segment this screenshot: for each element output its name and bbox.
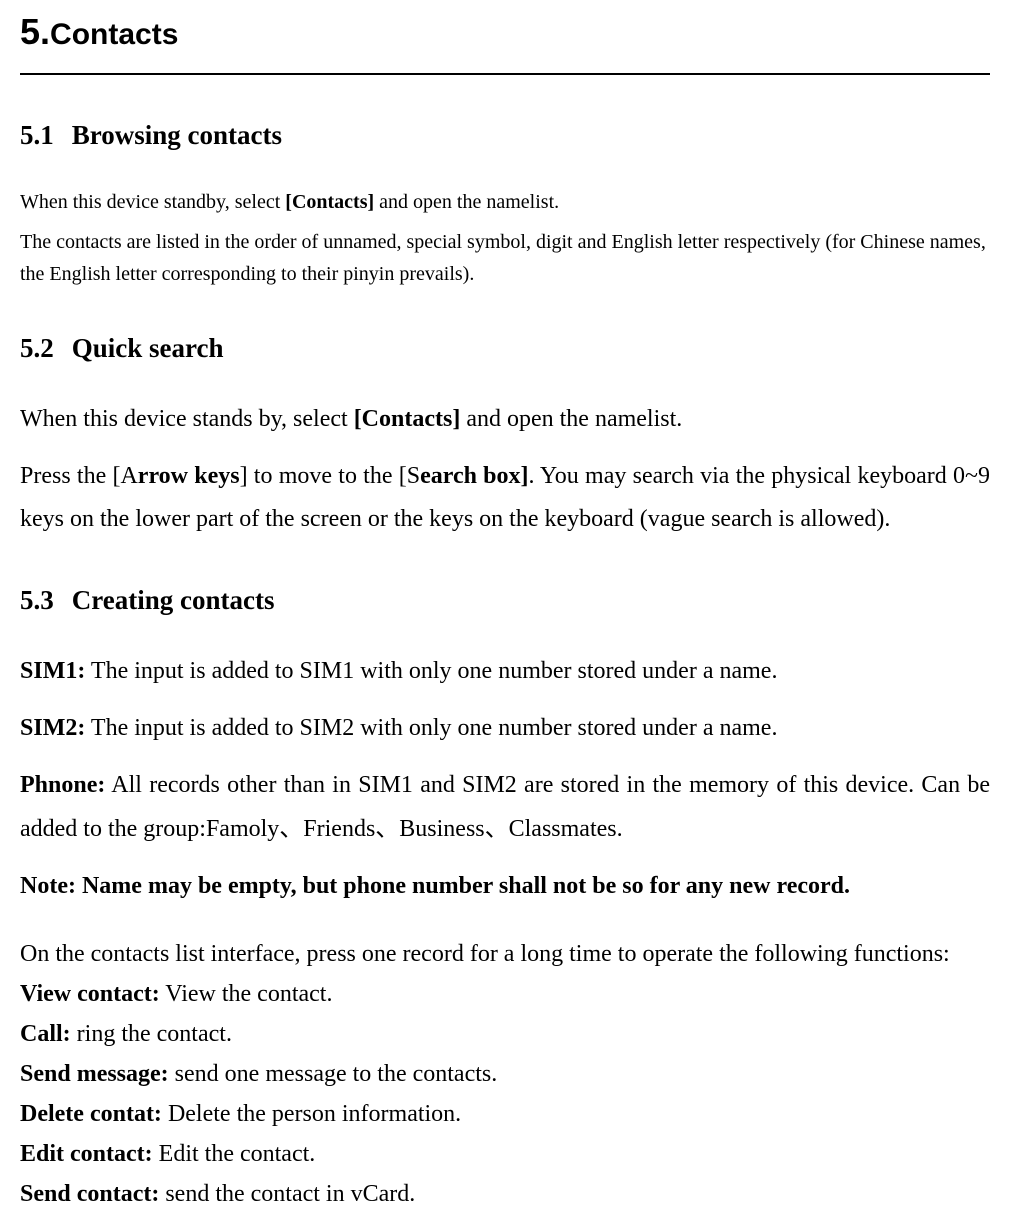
section-51-title: 5.1 Browsing contacts xyxy=(20,115,990,156)
chapter-title-text: Contacts xyxy=(50,18,178,51)
section-53-title-text: Creating contacts xyxy=(72,585,275,615)
delete-contact-line: Delete contat: Delete the person informa… xyxy=(20,1096,990,1132)
send-contact-line: Send contact: send the contact in vCard. xyxy=(20,1176,990,1212)
section-52-paragraph-1: When this device stands by, select [Cont… xyxy=(20,398,990,441)
sim2-line: SIM2: The input is added to SIM2 with on… xyxy=(20,707,990,750)
section-53-title: 5.3 Creating contacts xyxy=(20,580,990,621)
call-line: Call: ring the contact. xyxy=(20,1016,990,1052)
edit-contact-line: Edit contact: Edit the contact. xyxy=(20,1136,990,1172)
section-51-paragraph-1: When this device standby, select [Contac… xyxy=(20,186,990,218)
sim1-line: SIM1: The input is added to SIM1 with on… xyxy=(20,650,990,693)
section-52-title: 5.2 Quick search xyxy=(20,328,990,369)
section-52-title-text: Quick search xyxy=(72,333,224,363)
section-51-number: 5.1 xyxy=(20,120,54,150)
note-line: Note: Name may be empty, but phone numbe… xyxy=(20,865,990,908)
view-contact-line: View contact: View the contact. xyxy=(20,976,990,1012)
section-53-number: 5.3 xyxy=(20,585,54,615)
section-51-title-text: Browsing contacts xyxy=(72,120,282,150)
section-51-paragraph-2: The contacts are listed in the order of … xyxy=(20,226,990,290)
phone-line: Phnone: All records other than in SIM1 a… xyxy=(20,764,990,850)
send-message-line: Send message: send one message to the co… xyxy=(20,1056,990,1092)
section-52-number: 5.2 xyxy=(20,333,54,363)
chapter-number: 5. xyxy=(20,11,50,52)
functions-intro: On the contacts list interface, press on… xyxy=(20,936,990,972)
chapter-title: 5.Contacts xyxy=(20,5,990,75)
section-52-paragraph-2: Press the [Arrow keys] to move to the [S… xyxy=(20,455,990,541)
